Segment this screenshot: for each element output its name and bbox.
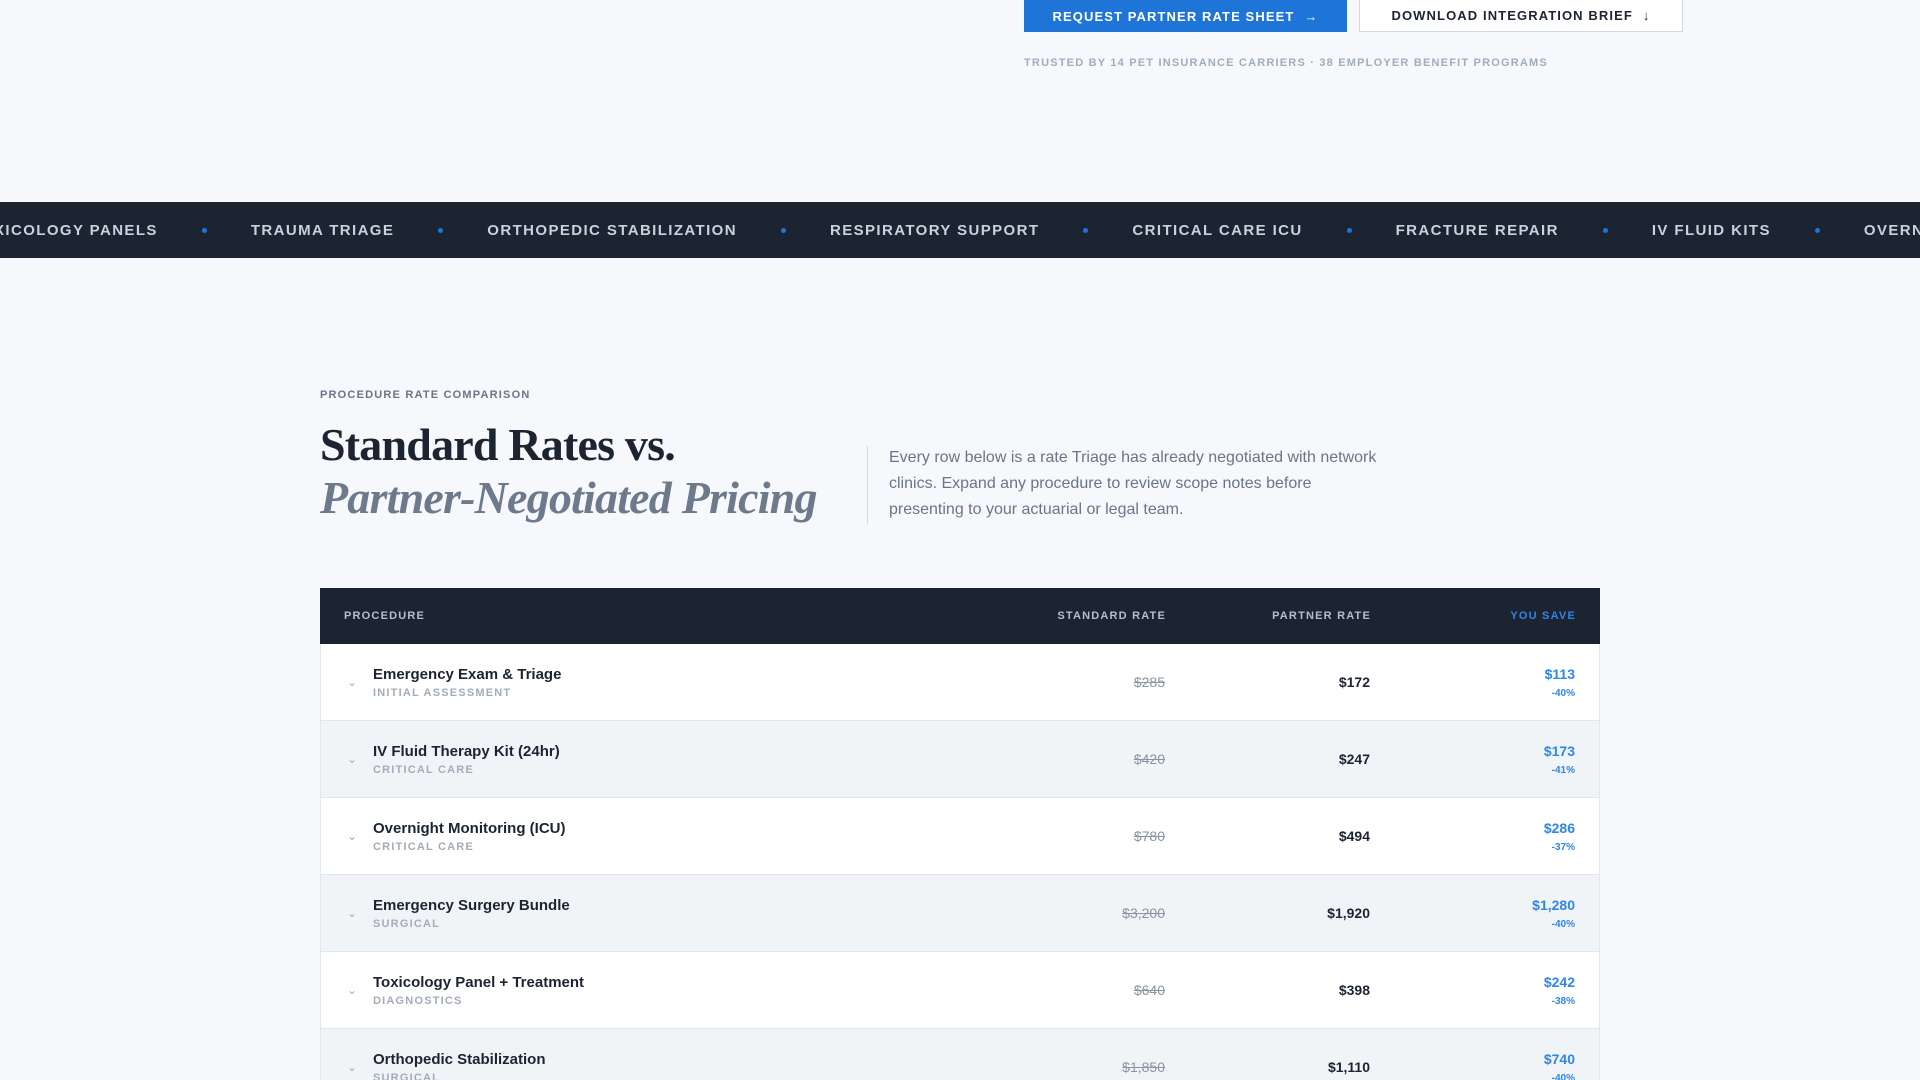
ticker-item: ORTHOPEDIC STABILIZATION [487, 221, 737, 239]
ticker-item: OVERNIGHT MONITORING [1863, 221, 1920, 239]
chevron-down-icon[interactable]: ⌄ [347, 752, 373, 766]
chevron-down-icon[interactable]: ⌄ [347, 906, 373, 920]
ticker-item: RESPIRATORY SUPPORT [829, 221, 1040, 239]
standard-rate: $285 [1133, 674, 1165, 690]
ticker-item: TRAUMA TRIAGE [250, 221, 395, 239]
download-brief-button[interactable]: DOWNLOAD INTEGRATION BRIEF ↓ [1359, 0, 1683, 32]
trust-text: TRUSTED BY 14 PET INSURANCE CARRIERS · 3… [1024, 57, 1548, 69]
savings-percent: -37% [1551, 841, 1575, 853]
arrow-right-icon: → [1304, 8, 1319, 24]
partner-rate: $247 [1338, 751, 1370, 767]
procedure-name: Toxicology Panel + Treatment [373, 973, 585, 991]
section-eyebrow: PROCEDURE RATE COMPARISON [320, 389, 531, 401]
ticker-dot-icon [201, 227, 207, 233]
ticker-track: XICOLOGY PANELS TRAUMA TRIAGE ORTHOPEDIC S… [0, 202, 1920, 258]
header-you-save: YOU SAVE [1510, 610, 1576, 622]
ticker-dot-icon [1814, 227, 1820, 233]
procedure-category: SURGICAL [373, 917, 441, 930]
savings-amount: $740 [1543, 1050, 1575, 1067]
procedure-category: INITIAL ASSESSMENT [373, 686, 512, 699]
request-rate-sheet-label: REQUEST PARTNER RATE SHEET [1052, 8, 1295, 24]
savings-percent: -40% [1551, 687, 1575, 699]
savings-cell: $113 -40% [1370, 666, 1599, 699]
table-row[interactable]: ⌄ Toxicology Panel + Treatment DIAGNOSTICS… [320, 952, 1600, 1029]
partner-rate: $398 [1338, 982, 1370, 998]
procedure-category: CRITICAL CARE [373, 840, 474, 853]
table-row[interactable]: ⌄ Emergency Exam & Triage INITIAL ASSESSME… [320, 644, 1600, 721]
savings-amount: $242 [1543, 973, 1575, 990]
table-body: ⌄ Emergency Exam & Triage INITIAL ASSESSME… [320, 644, 1600, 1080]
procedure-cell: Orthopedic Stabilization SURGICAL [373, 1051, 925, 1080]
table-row[interactable]: ⌄ Overnight Monitoring (ICU) CRITICAL CARE… [320, 798, 1600, 875]
savings-amount: $286 [1543, 819, 1575, 836]
ticker-dot-icon [438, 227, 444, 233]
table-row[interactable]: ⌄ Emergency Surgery Bundle SURGICAL $3,200 $… [320, 875, 1600, 952]
chevron-down-icon[interactable]: ⌄ [347, 829, 373, 843]
procedure-name: Emergency Surgery Bundle [373, 896, 570, 914]
cta-row: REQUEST PARTNER RATE SHEET → DOWNLOAD IN… [1024, 0, 1683, 32]
procedure-name: Orthopedic Stabilization [373, 1050, 546, 1068]
procedure-category: DIAGNOSTICS [373, 994, 463, 1007]
procedure-cell: IV Fluid Therapy Kit (24hr) CRITICAL CARE [373, 743, 925, 776]
standard-rate: $640 [1133, 982, 1165, 998]
procedure-category: CRITICAL CARE [373, 763, 474, 776]
header-procedure: PROCEDURE [344, 610, 426, 622]
standard-rate: $1,850 [1122, 1059, 1165, 1075]
savings-cell: $1,280 -40% [1370, 897, 1599, 930]
savings-amount: $1,280 [1532, 896, 1575, 913]
section-headline: Standard Rates vs. Partner-Negotiated Pr… [320, 418, 840, 524]
chevron-down-icon[interactable]: ⌄ [347, 983, 373, 997]
header-standard-rate: STANDARD RATE [1057, 610, 1166, 622]
procedure-cell: Emergency Exam & Triage INITIAL ASSESSMEN… [373, 666, 925, 699]
table-header: PROCEDURE STANDARD RATE PARTNER RATE YOU… [320, 588, 1600, 644]
savings-percent: -40% [1551, 918, 1575, 930]
ticker-item: XICOLOGY PANELS [0, 221, 158, 239]
heading-divider [867, 446, 868, 524]
arrow-down-icon: ↓ [1642, 8, 1651, 23]
savings-cell: $740 -40% [1370, 1051, 1599, 1080]
savings-percent: -38% [1551, 995, 1575, 1007]
partner-rate: $172 [1338, 674, 1370, 690]
procedure-ticker: XICOLOGY PANELS TRAUMA TRIAGE ORTHOPEDIC S… [0, 202, 1920, 258]
standard-rate: $3,200 [1122, 905, 1165, 921]
procedure-cell: Overnight Monitoring (ICU) CRITICAL CARE [373, 820, 925, 853]
partner-rate: $1,110 [1327, 1059, 1370, 1075]
headline-plain: Standard Rates vs. [320, 419, 676, 470]
partner-rate: $494 [1338, 828, 1370, 844]
table-row[interactable]: ⌄ IV Fluid Therapy Kit (24hr) CRITICAL CAR… [320, 721, 1600, 798]
download-brief-label: DOWNLOAD INTEGRATION BRIEF [1391, 8, 1633, 23]
procedure-cell: Toxicology Panel + Treatment DIAGNOSTICS [373, 974, 925, 1007]
procedure-name: Overnight Monitoring (ICU) [373, 819, 566, 837]
savings-cell: $286 -37% [1370, 820, 1599, 853]
ticker-item: CRITICAL CARE ICU [1132, 221, 1303, 239]
table-row[interactable]: ⌄ Orthopedic Stabilization SURGICAL $1,850 $… [320, 1029, 1600, 1080]
savings-cell: $242 -38% [1370, 974, 1599, 1007]
headline-emphasis: Partner-Negotiated Pricing [320, 472, 817, 523]
chevron-down-icon[interactable]: ⌄ [347, 1060, 373, 1074]
savings-amount: $173 [1543, 742, 1575, 759]
chevron-down-icon[interactable]: ⌄ [347, 675, 373, 689]
request-rate-sheet-button[interactable]: REQUEST PARTNER RATE SHEET → [1024, 0, 1347, 32]
procedure-name: IV Fluid Therapy Kit (24hr) [373, 742, 560, 760]
standard-rate: $420 [1133, 751, 1165, 767]
header-partner-rate: PARTNER RATE [1272, 610, 1371, 622]
ticker-item: FRACTURE REPAIR [1395, 221, 1559, 239]
procedure-cell: Emergency Surgery Bundle SURGICAL [373, 897, 925, 930]
partner-rate: $1,920 [1327, 905, 1370, 921]
ticker-dot-icon [1602, 227, 1608, 233]
savings-percent: -40% [1551, 1072, 1575, 1080]
procedure-name: Emergency Exam & Triage [373, 665, 562, 683]
section-lede: Every row below is a rate Triage has alr… [889, 449, 1377, 518]
ticker-dot-icon [780, 227, 786, 233]
rate-comparison-table: PROCEDURE STANDARD RATE PARTNER RATE YOU… [320, 588, 1600, 1080]
savings-cell: $173 -41% [1370, 743, 1599, 776]
ticker-dot-icon [1346, 227, 1352, 233]
ticker-dot-icon [1083, 227, 1089, 233]
procedure-category: SURGICAL [373, 1071, 441, 1080]
savings-amount: $113 [1544, 665, 1575, 682]
standard-rate: $780 [1133, 828, 1165, 844]
savings-percent: -41% [1551, 764, 1575, 776]
ticker-item: IV FLUID KITS [1651, 221, 1771, 239]
